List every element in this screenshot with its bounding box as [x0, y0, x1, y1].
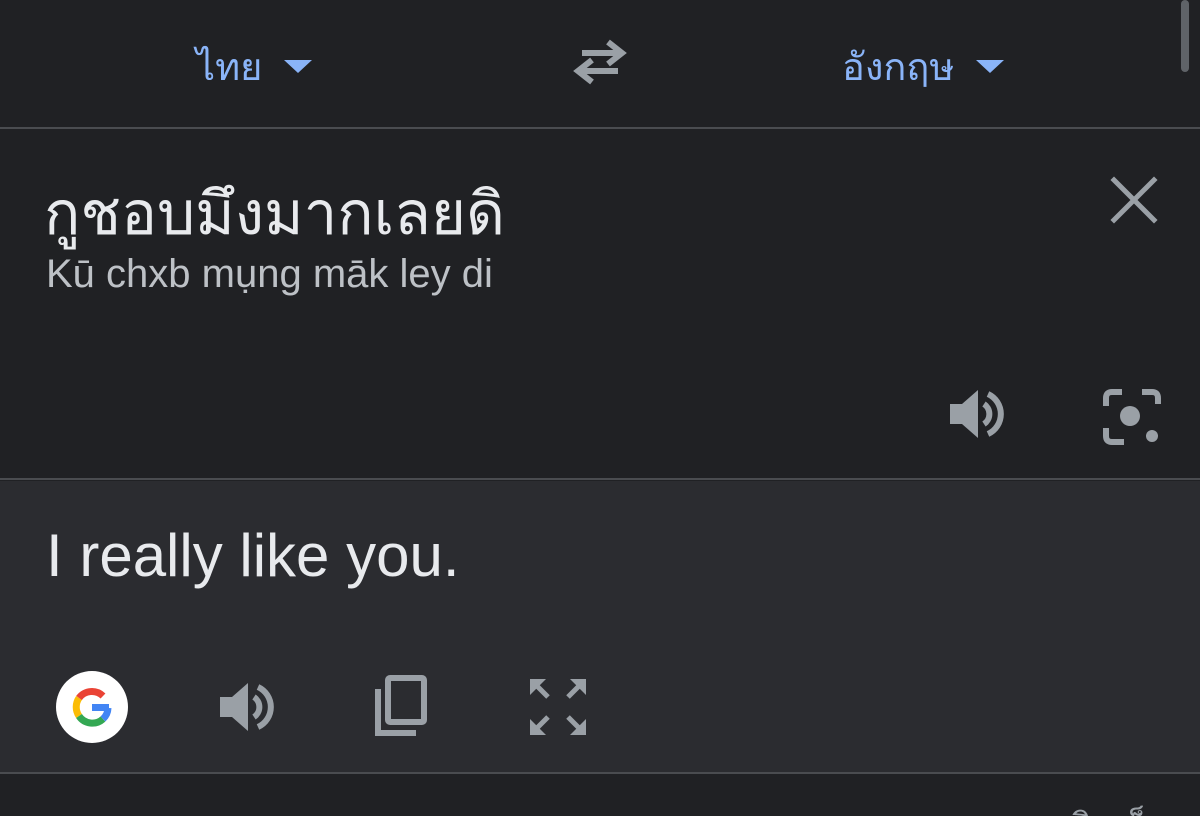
target-language-label: อังกฤษ — [842, 44, 955, 89]
fullscreen-icon — [530, 679, 586, 735]
result-panel: I really like you. — [0, 481, 1200, 772]
google-g-icon — [72, 688, 112, 727]
camera-lens-icon — [1103, 389, 1161, 445]
target-language-selector[interactable]: อังกฤษ — [842, 36, 1005, 96]
source-panel[interactable]: กูชอบมึงมากเลยดิ Kū chxb mụng māk ley di — [0, 130, 1200, 478]
translation-text: I really like you. — [46, 522, 460, 589]
language-bar: ไทย อังกฤษ — [0, 0, 1200, 128]
swap-arrows-icon — [573, 39, 627, 85]
divider — [0, 127, 1200, 129]
scrollbar[interactable] — [1181, 0, 1189, 72]
copy-button[interactable] — [370, 673, 434, 737]
copy-icon — [375, 675, 427, 736]
fullscreen-button[interactable] — [526, 675, 590, 739]
google-button[interactable] — [56, 671, 128, 743]
bottom-strip: ความคิดเห็น — [0, 774, 1200, 816]
divider — [0, 478, 1200, 480]
close-icon — [1110, 176, 1158, 224]
partial-label[interactable]: ความคิดเห็น — [985, 798, 1170, 816]
source-language-selector[interactable]: ไทย — [196, 36, 313, 96]
source-listen-button[interactable] — [944, 382, 1008, 446]
swap-languages-button[interactable] — [568, 36, 632, 88]
clear-text-button[interactable] — [1104, 170, 1164, 230]
camera-translate-button[interactable] — [1100, 384, 1164, 448]
translate-screen: ไทย อังกฤษ กูชอบมึงมากเลยดิ Kū chxb mụng… — [0, 0, 1200, 816]
speaker-icon — [220, 683, 274, 731]
source-text[interactable]: กูชอบมึงมากเลยดิ — [44, 174, 505, 254]
dropdown-caret-icon — [976, 59, 1005, 73]
result-listen-button[interactable] — [214, 675, 278, 739]
speaker-icon — [950, 390, 1004, 438]
transliteration-text: Kū chxb mụng māk ley di — [46, 252, 493, 296]
source-language-label: ไทย — [196, 44, 263, 89]
dropdown-caret-icon — [284, 59, 313, 73]
